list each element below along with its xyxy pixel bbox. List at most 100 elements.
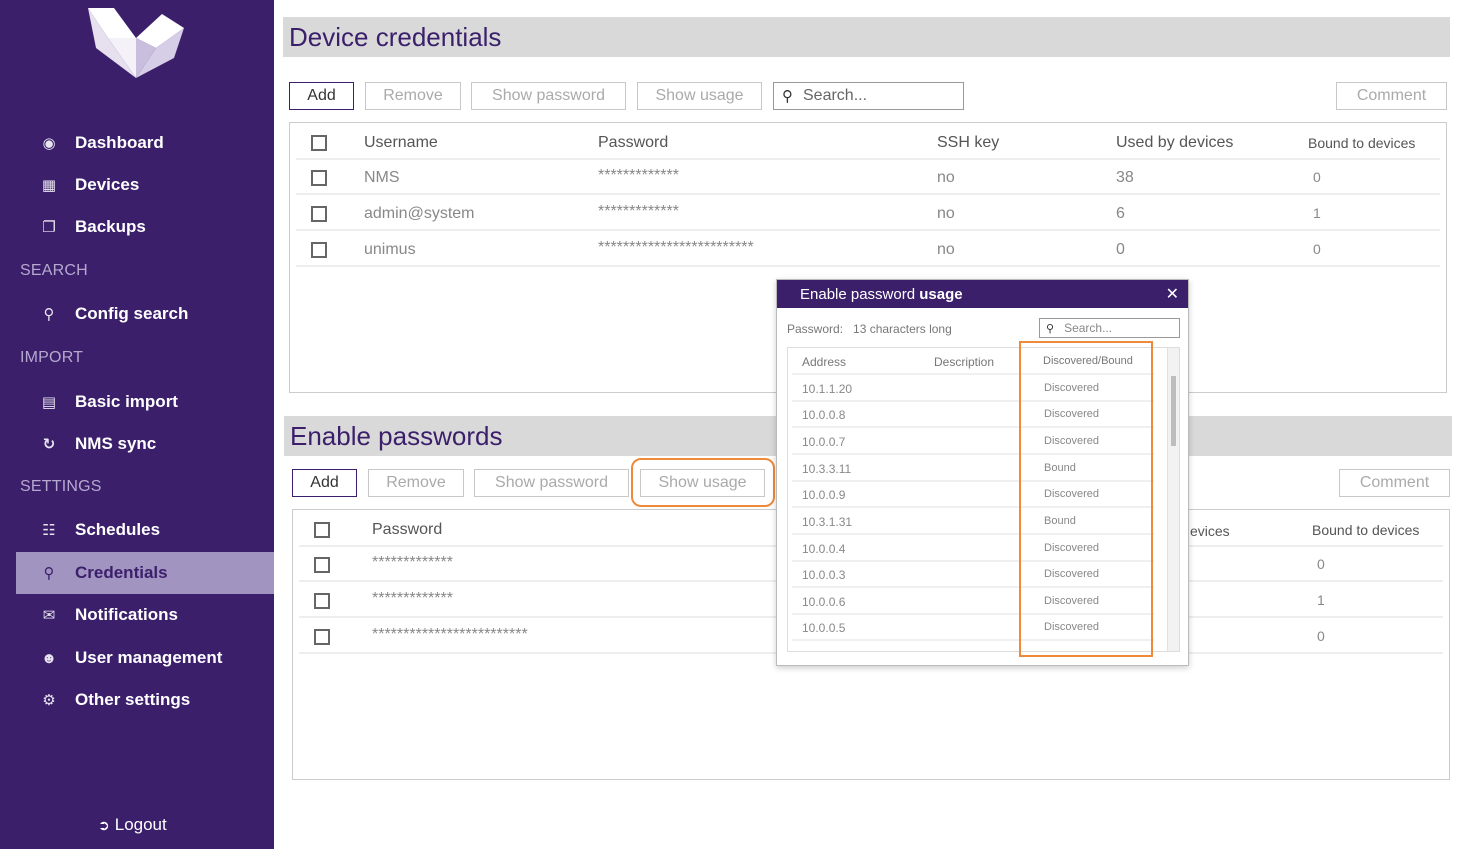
ssh-cell: no bbox=[937, 241, 955, 258]
unimus-logo-icon bbox=[88, 8, 184, 78]
column-header: evices bbox=[1190, 523, 1230, 539]
password-length: 13 characters long bbox=[853, 322, 952, 336]
password-info: Password: 13 characters long bbox=[787, 322, 952, 336]
section-label-settings: SETTINGS bbox=[20, 478, 102, 495]
sidebar-item-dashboard[interactable]: ◉ Dashboard bbox=[16, 122, 274, 164]
search-icon: ⚲ bbox=[782, 88, 793, 105]
modal-title: Enable password usage bbox=[800, 286, 963, 303]
table-row[interactable]: unimus ************************* no 0 0 bbox=[296, 233, 1440, 267]
file-icon: ▤ bbox=[41, 394, 57, 411]
remove-credential-button[interactable]: Remove bbox=[365, 82, 461, 110]
bound-cell: 0 bbox=[1313, 241, 1321, 257]
sidebar-item-backups[interactable]: ❐ Backups bbox=[16, 206, 274, 248]
modal-title-prefix: Enable password bbox=[800, 285, 916, 303]
sidebar-item-label: User management bbox=[75, 648, 223, 667]
bound-cell: 0 bbox=[1313, 169, 1321, 185]
show-usage-highlight bbox=[631, 458, 775, 507]
enable-comment-button[interactable]: Comment bbox=[1339, 469, 1450, 497]
search-icon: ⚲ bbox=[43, 306, 55, 323]
row-checkbox[interactable] bbox=[311, 242, 327, 258]
sidebar-item-label: Devices bbox=[75, 175, 140, 194]
add-credential-button[interactable]: Add bbox=[289, 82, 354, 110]
bound-cell: 1 bbox=[1317, 592, 1325, 608]
sidebar-item-devices[interactable]: ▦ Devices bbox=[16, 164, 274, 206]
sidebar-item-label: Schedules bbox=[75, 520, 161, 539]
search-placeholder: Search... bbox=[803, 87, 868, 104]
password-cell: ************* bbox=[598, 203, 679, 220]
used-cell: 0 bbox=[1116, 241, 1125, 258]
table-row[interactable]: admin@system ************* no 6 1 bbox=[296, 197, 1440, 231]
show-password-button[interactable]: Show password bbox=[471, 82, 626, 110]
column-header: Password bbox=[598, 134, 669, 151]
add-enable-password-button[interactable]: Add bbox=[292, 469, 357, 497]
logout-icon: ➲ bbox=[98, 816, 110, 833]
sidebar-item-notifications[interactable]: ✉ Notifications bbox=[16, 594, 274, 636]
bound-cell: 1 bbox=[1313, 205, 1321, 221]
select-all-checkbox[interactable] bbox=[311, 135, 327, 151]
usage-table-scrollbar[interactable] bbox=[1167, 348, 1179, 651]
address-cell: 10.0.0.4 bbox=[802, 542, 846, 556]
sidebar-item-schedules[interactable]: ☷ Schedules bbox=[16, 509, 274, 551]
section-label-search: SEARCH bbox=[20, 262, 88, 279]
row-checkbox[interactable] bbox=[314, 557, 330, 573]
password-label: Password: bbox=[787, 322, 844, 336]
section-title: Enable passwords bbox=[290, 420, 503, 451]
close-icon[interactable]: ✕ bbox=[1166, 284, 1179, 304]
bound-cell: 0 bbox=[1317, 628, 1325, 644]
modal-search-input[interactable]: ⚲ Search... bbox=[1039, 318, 1180, 338]
sidebar-item-label: NMS sync bbox=[75, 434, 157, 453]
column-header: Password bbox=[372, 521, 443, 538]
address-cell: 10.1.1.20 bbox=[802, 382, 853, 396]
column-header: Bound to devices bbox=[1308, 135, 1416, 151]
search-placeholder: Search... bbox=[1064, 321, 1113, 335]
column-header: Description bbox=[934, 355, 995, 369]
sidebar: ◉ Dashboard ▦ Devices ❐ Backups SEARCH ⚲… bbox=[0, 0, 274, 849]
logout-button[interactable]: ➲ Logout bbox=[98, 815, 167, 835]
table-row[interactable]: NMS ************* no 38 0 bbox=[296, 161, 1440, 195]
column-header: Address bbox=[802, 355, 847, 369]
users-icon: ☻ bbox=[41, 649, 57, 667]
sidebar-item-other-settings[interactable]: ⚙ Other settings bbox=[16, 679, 274, 721]
row-checkbox[interactable] bbox=[314, 593, 330, 609]
row-checkbox[interactable] bbox=[314, 629, 330, 645]
copy-icon: ❐ bbox=[42, 219, 56, 236]
sidebar-item-nms-sync[interactable]: ↻ NMS sync bbox=[16, 423, 274, 465]
credential-search-input[interactable]: ⚲ Search... bbox=[773, 82, 964, 110]
show-enable-password-button[interactable]: Show password bbox=[474, 469, 629, 497]
address-cell: 10.0.0.8 bbox=[802, 408, 846, 422]
modal-title-bar: Enable password usage ✕ bbox=[777, 280, 1188, 308]
search-icon: ⚲ bbox=[1046, 322, 1055, 335]
sync-icon: ↻ bbox=[42, 436, 56, 453]
scrollbar-thumb[interactable] bbox=[1171, 376, 1176, 446]
grid-icon: ▦ bbox=[41, 177, 57, 194]
username-cell: NMS bbox=[364, 169, 400, 186]
address-cell: 10.0.0.6 bbox=[802, 595, 846, 609]
address-cell: 10.3.3.11 bbox=[802, 462, 852, 476]
key-icon: ⚲ bbox=[43, 565, 55, 582]
envelope-icon: ✉ bbox=[42, 607, 56, 624]
sidebar-item-config-search[interactable]: ⚲ Config search bbox=[16, 293, 274, 335]
password-cell: ************* bbox=[598, 167, 679, 184]
sidebar-item-user-management[interactable]: ☻ User management bbox=[16, 637, 274, 679]
dashboard-icon: ◉ bbox=[42, 135, 56, 152]
ssh-cell: no bbox=[937, 169, 955, 186]
show-usage-button[interactable]: Show usage bbox=[637, 82, 762, 110]
select-all-checkbox[interactable] bbox=[314, 522, 330, 538]
comment-button[interactable]: Comment bbox=[1336, 82, 1447, 110]
sidebar-item-credentials[interactable]: ⚲ Credentials bbox=[16, 552, 274, 594]
used-cell: 38 bbox=[1116, 169, 1134, 186]
password-cell: ************************* bbox=[372, 626, 528, 643]
row-checkbox[interactable] bbox=[311, 206, 327, 222]
device-credentials-header: Device credentials bbox=[283, 17, 1450, 57]
sidebar-item-label: Credentials bbox=[75, 563, 168, 582]
password-cell: ************* bbox=[372, 554, 453, 571]
address-cell: 10.0.0.5 bbox=[802, 621, 846, 635]
sidebar-item-basic-import[interactable]: ▤ Basic import bbox=[16, 381, 274, 423]
status-column-highlight bbox=[1019, 341, 1153, 657]
row-checkbox[interactable] bbox=[311, 170, 327, 186]
remove-enable-password-button[interactable]: Remove bbox=[368, 469, 464, 497]
sidebar-item-label: Dashboard bbox=[75, 133, 164, 152]
sidebar-item-label: Other settings bbox=[75, 690, 191, 709]
address-cell: 10.0.0.7 bbox=[802, 435, 846, 449]
column-header: Bound to devices bbox=[1312, 522, 1420, 538]
